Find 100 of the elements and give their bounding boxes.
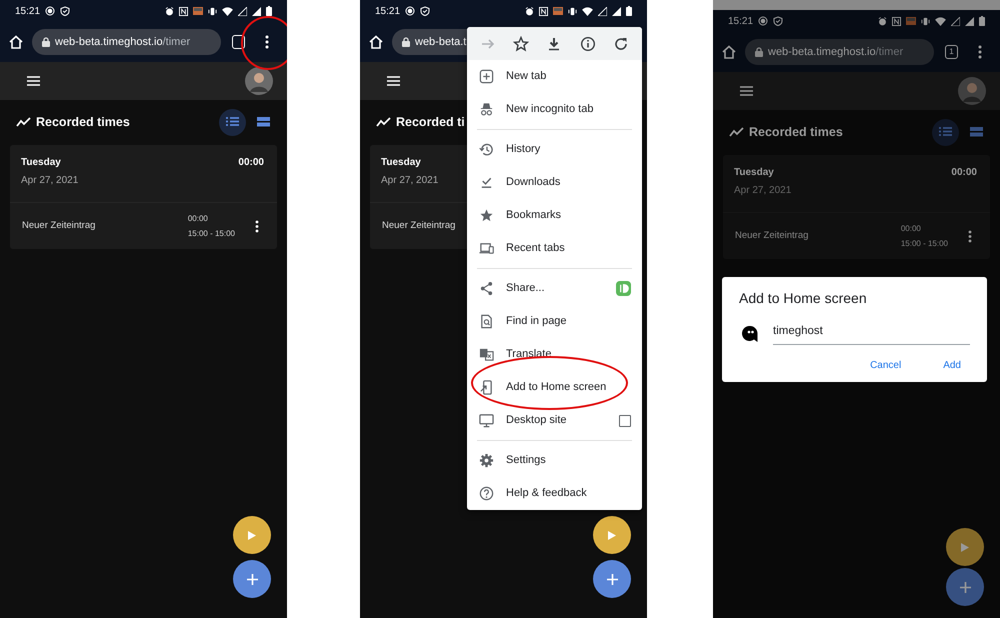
shield-icon <box>420 6 430 16</box>
more-menu-icon[interactable] <box>265 35 269 49</box>
menu-icon[interactable] <box>740 86 753 96</box>
incognito-icon <box>479 102 494 117</box>
day-name: Tuesday <box>21 156 62 170</box>
menu-item[interactable]: Translate <box>467 338 642 371</box>
avatar-icon[interactable] <box>245 67 273 95</box>
star-icon <box>479 208 494 223</box>
day-date: Apr 27, 2021 <box>734 184 792 198</box>
tab-switcher-button[interactable] <box>232 35 245 49</box>
entry-title[interactable]: Neuer Zeiteintrag <box>382 218 456 234</box>
play-button[interactable] <box>593 516 631 554</box>
alarm-icon <box>165 6 174 16</box>
desktop-site-checkbox[interactable] <box>619 414 631 426</box>
entry-title[interactable]: Neuer Zeiteintrag <box>735 228 808 244</box>
menu-item[interactable]: History <box>467 133 642 166</box>
entry-duration: 00:00 <box>900 222 922 234</box>
battery-icon <box>266 6 272 16</box>
day-date: Apr 27, 2021 <box>381 174 438 188</box>
section-title: Recorded ti <box>396 114 465 131</box>
alarm-icon <box>525 6 534 16</box>
entry-time-range: 15:00 - 15:00 <box>900 238 948 250</box>
menu-icon[interactable] <box>27 76 40 86</box>
menu-item[interactable]: New incognito tab <box>467 93 642 126</box>
menu-item[interactable]: New tab <box>467 60 642 93</box>
wifi-icon <box>935 16 946 26</box>
vibrate-icon <box>921 16 930 26</box>
new-tab-icon <box>479 69 494 84</box>
address-field[interactable]: web-beta.timeghost.io/timer <box>32 29 221 55</box>
lock-icon <box>755 47 763 57</box>
list-icon <box>939 127 952 137</box>
more-menu-icon[interactable] <box>978 45 982 59</box>
dialog-button[interactable]: Add <box>943 358 961 374</box>
history-icon <box>479 142 494 157</box>
shield-icon <box>60 6 70 16</box>
clock-time: 15:21 <box>15 4 40 18</box>
play-icon <box>961 542 969 552</box>
battery-icon <box>979 16 985 26</box>
wifi-icon <box>582 6 593 16</box>
shortcut-name-field[interactable]: timeghost <box>773 323 970 346</box>
day-date: Apr 27, 2021 <box>21 174 78 188</box>
nfc-icon <box>539 6 548 16</box>
record-icon <box>758 16 768 26</box>
entry-title[interactable]: Neuer Zeiteintrag <box>22 218 96 234</box>
share-icon <box>479 281 494 296</box>
menu-icon[interactable] <box>387 76 400 86</box>
menu-item[interactable]: Settings <box>467 444 642 477</box>
settings-icon <box>479 453 494 468</box>
menu-item[interactable]: Help & feedback <box>467 477 642 510</box>
day-total: 00:00 <box>951 166 977 180</box>
list-view-toggle[interactable] <box>219 108 246 136</box>
dialog-button[interactable]: Cancel <box>870 358 902 374</box>
ghost-icon <box>741 325 759 344</box>
plus-icon <box>606 574 618 584</box>
cards-icon <box>970 127 983 137</box>
refresh-icon[interactable] <box>613 36 630 52</box>
tab-switcher-button[interactable]: 1 <box>945 45 958 59</box>
more-options-icon[interactable] <box>255 220 259 232</box>
wifi-icon <box>222 6 233 16</box>
clock-time: 15:21 <box>375 4 400 18</box>
home-icon[interactable] <box>8 34 24 50</box>
menu-item[interactable]: Find in page <box>467 305 642 338</box>
menu-item[interactable]: Bookmarks <box>467 199 642 232</box>
add-button[interactable] <box>593 560 631 598</box>
record-icon <box>405 6 416 16</box>
more-options-icon[interactable] <box>968 230 972 242</box>
alarm-icon <box>878 16 887 26</box>
list-icon <box>226 117 239 127</box>
day-name: Tuesday <box>381 156 422 170</box>
address-field[interactable]: web-beta.timeghost.io/timer <box>745 39 934 65</box>
day-name: Tuesday <box>734 166 775 180</box>
list-view-toggle[interactable] <box>932 118 959 146</box>
app-badge-icon <box>616 281 631 296</box>
downloads-icon <box>479 175 494 190</box>
home-icon[interactable] <box>721 44 737 60</box>
vibrate-icon <box>568 6 577 16</box>
translate-icon <box>479 347 494 362</box>
avatar-icon[interactable] <box>958 77 986 105</box>
star-icon[interactable] <box>513 36 530 52</box>
trend-icon <box>376 117 391 127</box>
menu-item[interactable]: Desktop site <box>467 404 642 437</box>
entry-duration: 00:00 <box>188 212 209 224</box>
play-button[interactable] <box>946 528 984 566</box>
play-button[interactable] <box>233 516 271 554</box>
section-title: Recorded times <box>36 114 130 131</box>
menu-item[interactable]: Downloads <box>467 166 642 199</box>
menu-item[interactable]: Share... <box>467 272 642 305</box>
home-icon[interactable] <box>368 34 384 50</box>
menu-item[interactable]: Recent tabs <box>467 232 642 265</box>
trend-icon <box>729 127 744 137</box>
lock-icon <box>42 37 50 47</box>
info-icon[interactable] <box>580 36 596 52</box>
add-button[interactable] <box>233 560 271 598</box>
record-icon <box>45 6 56 16</box>
trend-icon <box>16 117 31 127</box>
find-in-page-icon <box>479 314 494 329</box>
shield-icon <box>773 16 784 26</box>
menu-item[interactable]: Add to Home screen <box>467 371 642 404</box>
cards-icon <box>257 117 270 127</box>
play-icon <box>608 530 616 540</box>
